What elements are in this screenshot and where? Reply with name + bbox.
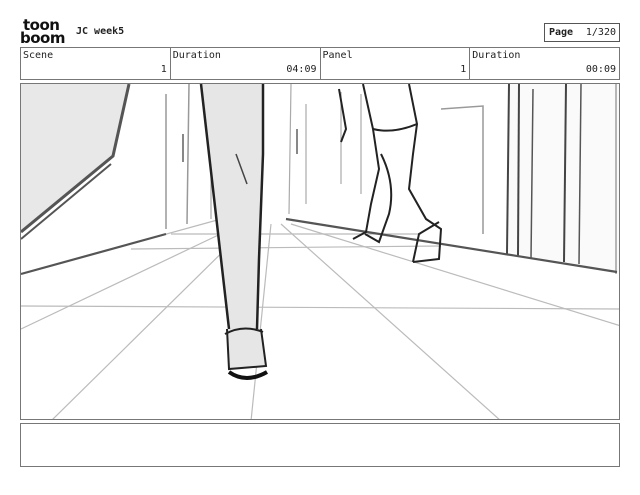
storyboard-panel [20,83,620,420]
panel-label: Panel [322,50,353,61]
panel-cell: Panel 1 [321,48,471,79]
dialogue-notes-box [20,423,620,467]
toonboom-logo: toon boom [20,18,68,46]
panel-duration-value: 00:09 [585,64,616,75]
panel-duration-cell: Duration 00:09 [470,48,619,79]
scene-value: 1 [160,64,167,75]
panel-sketch [21,84,619,419]
scene-info-bar: Scene 1 Duration 04:09 Panel 1 Duration … [20,47,620,80]
scene-duration-label: Duration [172,50,221,61]
scene-label: Scene [23,50,54,61]
page-label: Page [549,27,574,38]
scene-duration-cell: Duration 04:09 [171,48,321,79]
panel-value: 1 [460,64,467,75]
project-title: JC week5 [76,26,125,37]
page-counter: Page 1/320 [544,23,620,42]
right-wall-sketch [340,84,619,274]
scene-duration-value: 04:09 [286,64,317,75]
foreground-leg-sketch [199,84,268,380]
logo-line-2: boom [20,29,65,47]
scene-cell: Scene 1 [21,48,171,79]
page-value: 1/320 [585,27,616,38]
panel-duration-label: Duration [472,50,521,61]
